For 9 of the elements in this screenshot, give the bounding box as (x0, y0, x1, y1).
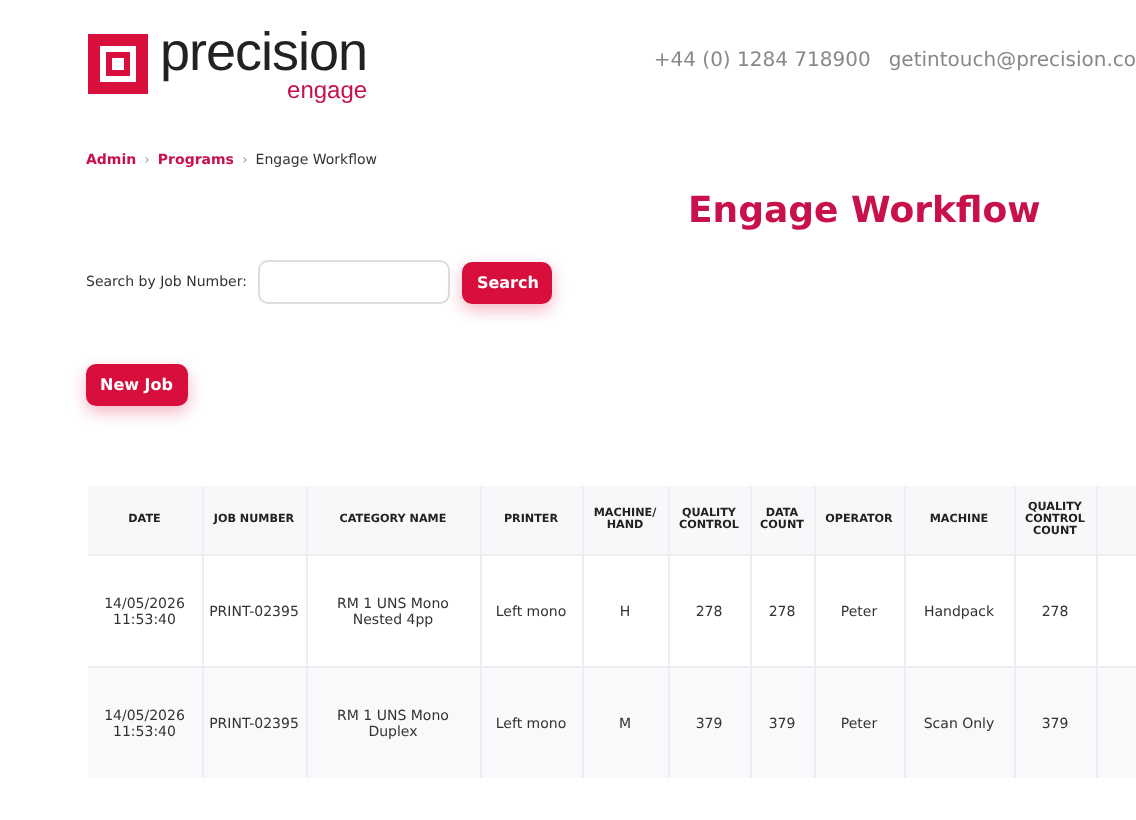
logo-icon (88, 34, 148, 94)
logo-wordmark: precision (160, 26, 368, 80)
logo-subtitle: engage (287, 78, 368, 102)
new-job-button[interactable]: New Job (86, 364, 187, 406)
email-address: getintouch@precision.co (888, 49, 1136, 71)
phone-number: +44 (0) 1284 718900 (653, 49, 871, 71)
page-title: Engage Workflow (688, 190, 1043, 232)
search-button[interactable]: Search (462, 261, 553, 303)
search-field[interactable] (258, 260, 451, 304)
